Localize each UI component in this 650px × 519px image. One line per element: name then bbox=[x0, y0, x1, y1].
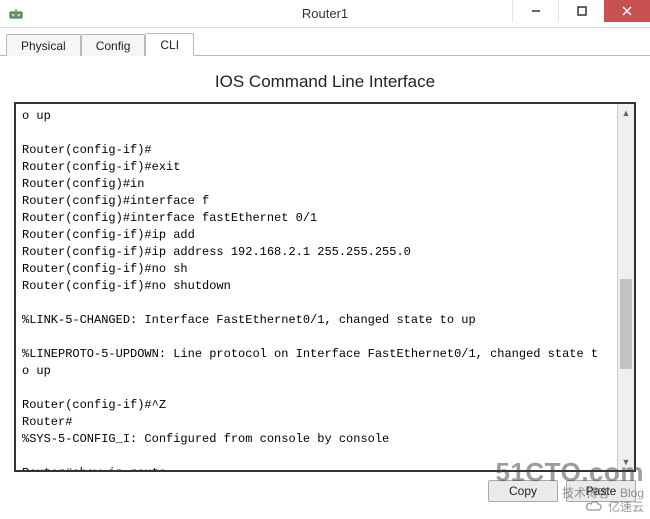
button-row: Copy Paste bbox=[14, 480, 636, 502]
window-controls bbox=[512, 0, 650, 22]
tab-cli[interactable]: CLI bbox=[145, 33, 194, 56]
window-titlebar: Router1 bbox=[0, 0, 650, 28]
paste-button[interactable]: Paste bbox=[566, 480, 636, 502]
tab-bar: Physical Config CLI bbox=[0, 28, 650, 56]
scroll-up-icon[interactable]: ▲ bbox=[618, 104, 634, 121]
tab-content: IOS Command Line Interface o up Router(c… bbox=[0, 56, 650, 516]
minimize-button[interactable] bbox=[512, 0, 558, 22]
scroll-thumb[interactable] bbox=[620, 279, 632, 369]
app-icon bbox=[8, 6, 24, 22]
tab-config[interactable]: Config bbox=[81, 34, 146, 56]
terminal-output[interactable]: o up Router(config-if)# Router(config-if… bbox=[16, 104, 617, 470]
close-button[interactable] bbox=[604, 0, 650, 22]
terminal-scrollbar[interactable]: ▲ ▼ bbox=[617, 104, 634, 470]
section-title: IOS Command Line Interface bbox=[14, 72, 636, 92]
copy-button[interactable]: Copy bbox=[488, 480, 558, 502]
scroll-down-icon[interactable]: ▼ bbox=[618, 453, 634, 470]
tab-physical[interactable]: Physical bbox=[6, 34, 81, 56]
maximize-button[interactable] bbox=[558, 0, 604, 22]
terminal-container: o up Router(config-if)# Router(config-if… bbox=[14, 102, 636, 472]
